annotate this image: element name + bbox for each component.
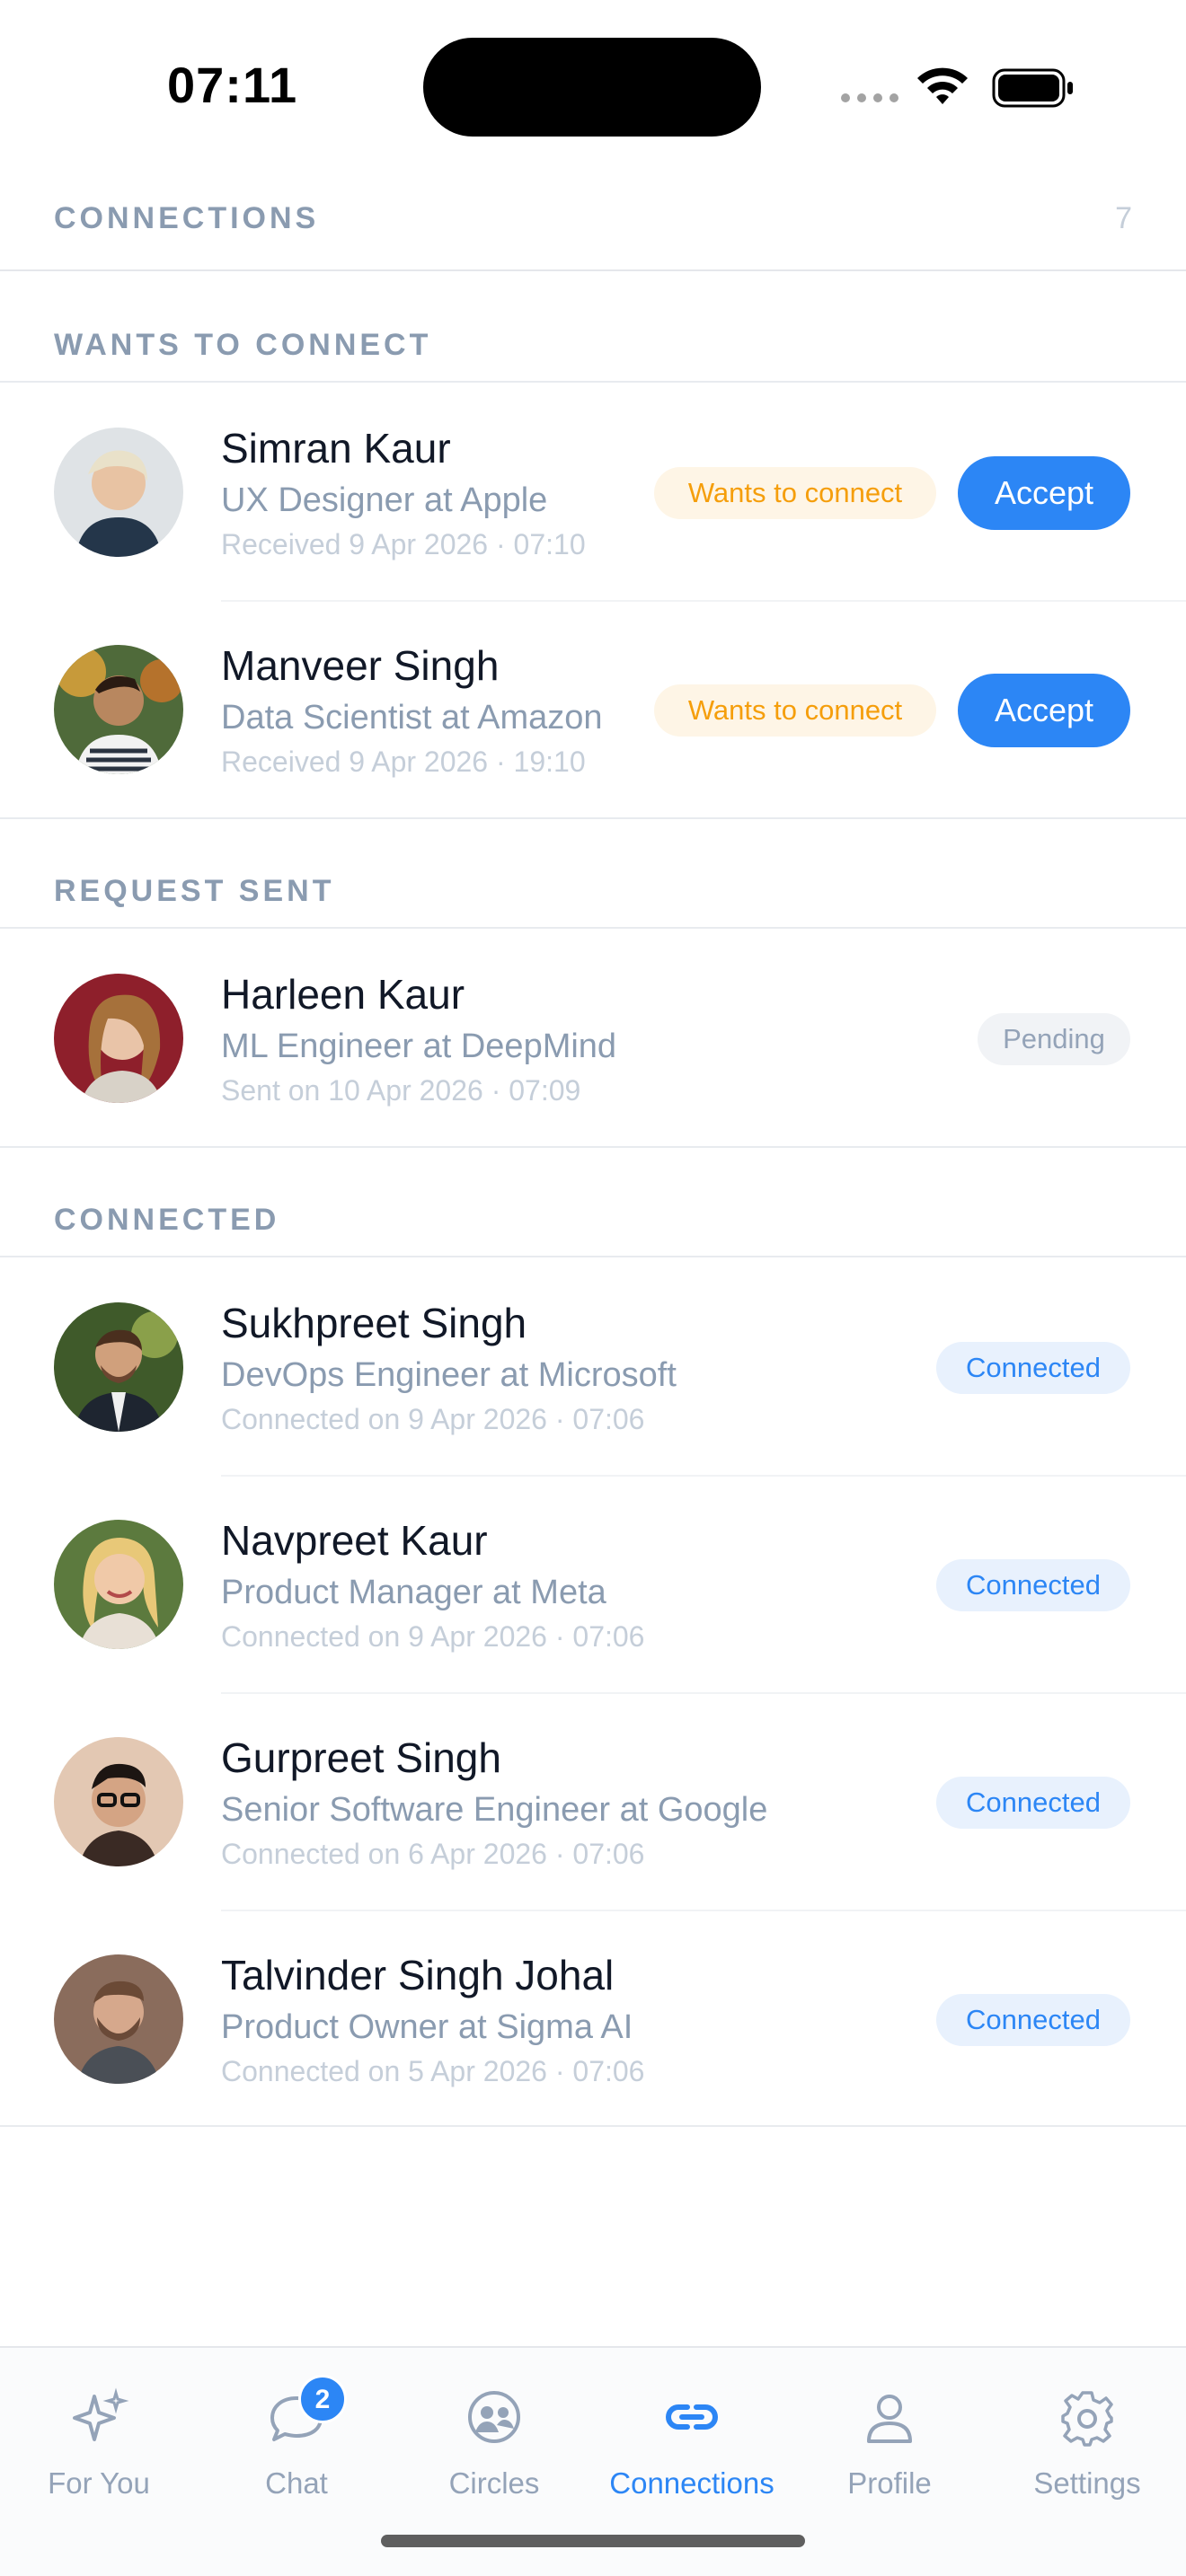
tab-circles[interactable]: Circles xyxy=(395,2348,593,2527)
list-item[interactable]: Manveer Singh Data Scientist at Amazon R… xyxy=(0,602,1186,817)
wants-to-connect-badge: Wants to connect xyxy=(654,684,936,737)
divider xyxy=(0,927,1186,929)
list-item[interactable]: Simran Kaur UX Designer at Apple Receive… xyxy=(0,384,1186,600)
battery-icon xyxy=(992,68,1073,108)
person-name: Navpreet Kaur xyxy=(221,1517,488,1564)
connections-count: 7 xyxy=(1115,201,1132,235)
request-timestamp: Received 9 Apr 2026 · 19:10 xyxy=(221,745,586,778)
avatar xyxy=(54,1737,183,1866)
list-item[interactable]: Harleen Kaur ML Engineer at DeepMind Sen… xyxy=(0,931,1186,1146)
tab-label: Settings xyxy=(1033,2466,1141,2500)
person-role: UX Designer at Apple xyxy=(221,481,548,519)
person-name: Talvinder Singh Johal xyxy=(221,1952,615,1998)
tab-label: Connections xyxy=(609,2466,774,2500)
unread-badge: 2 xyxy=(298,2375,347,2423)
request-timestamp: Received 9 Apr 2026 · 07:10 xyxy=(221,528,586,560)
person-role: DevOps Engineer at Microsoft xyxy=(221,1356,677,1394)
tab-for-you[interactable]: For You xyxy=(0,2348,198,2527)
sparkles-icon xyxy=(73,2387,129,2441)
list-item[interactable]: Navpreet Kaur Product Manager at Meta Co… xyxy=(0,1477,1186,1692)
wants-to-connect-badge: Wants to connect xyxy=(654,467,936,519)
section-connected: CONNECTED xyxy=(54,1203,280,1237)
person-name: Manveer Singh xyxy=(221,642,500,689)
status-bar: 07:11 xyxy=(0,0,1186,171)
tab-label: Chat xyxy=(265,2466,328,2500)
section-wants-to-connect: WANTS TO CONNECT xyxy=(54,328,432,362)
person-role: ML Engineer at DeepMind xyxy=(221,1028,617,1065)
pending-badge: Pending xyxy=(978,1013,1130,1065)
connected-badge: Connected xyxy=(936,1342,1130,1394)
page-title: CONNECTIONS xyxy=(54,201,320,235)
divider xyxy=(0,2125,1186,2127)
tab-profile[interactable]: Profile xyxy=(791,2348,988,2527)
avatar xyxy=(54,974,183,1103)
avatar xyxy=(54,1954,183,2084)
dynamic-island xyxy=(423,38,761,137)
request-timestamp: Sent on 10 Apr 2026 · 07:09 xyxy=(221,1074,581,1107)
tab-chat[interactable]: 2 Chat xyxy=(198,2348,395,2527)
list-item[interactable]: Talvinder Singh Johal Product Owner at S… xyxy=(0,1911,1186,2127)
gear-icon xyxy=(1061,2391,1113,2447)
person-role: Senior Software Engineer at Google xyxy=(221,1791,768,1829)
accept-button[interactable]: Accept xyxy=(958,674,1130,747)
tab-settings[interactable]: Settings xyxy=(988,2348,1186,2527)
tab-connections[interactable]: Connections xyxy=(593,2348,791,2527)
person-name: Gurpreet Singh xyxy=(221,1734,501,1781)
connected-badge: Connected xyxy=(936,1559,1130,1611)
wifi-icon xyxy=(917,67,968,104)
connection-timestamp: Connected on 9 Apr 2026 · 07:06 xyxy=(221,1403,645,1435)
tab-label: Profile xyxy=(847,2466,932,2500)
connection-timestamp: Connected on 5 Apr 2026 · 07:06 xyxy=(221,2055,645,2087)
tab-label: Circles xyxy=(448,2466,540,2500)
accept-button[interactable]: Accept xyxy=(958,456,1130,530)
connection-timestamp: Connected on 9 Apr 2026 · 07:06 xyxy=(221,1620,645,1653)
avatar xyxy=(54,1520,183,1649)
tab-label: For You xyxy=(48,2466,150,2500)
circles-icon xyxy=(468,2391,520,2443)
avatar xyxy=(54,1302,183,1432)
person-role: Product Owner at Sigma AI xyxy=(221,2008,633,2046)
divider xyxy=(0,817,1186,819)
divider xyxy=(0,1256,1186,1257)
connections-header: CONNECTIONS 7 xyxy=(0,180,1186,271)
person-role: Data Scientist at Amazon xyxy=(221,699,603,737)
connection-timestamp: Connected on 6 Apr 2026 · 07:06 xyxy=(221,1838,645,1870)
home-indicator xyxy=(381,2535,805,2547)
divider xyxy=(0,381,1186,383)
avatar xyxy=(54,428,183,557)
person-icon xyxy=(867,2395,912,2443)
list-item[interactable]: Sukhpreet Singh DevOps Engineer at Micro… xyxy=(0,1259,1186,1475)
link-icon xyxy=(666,2404,718,2430)
person-name: Simran Kaur xyxy=(221,425,451,472)
person-role: Product Manager at Meta xyxy=(221,1574,606,1611)
connected-badge: Connected xyxy=(936,1994,1130,2046)
list-item[interactable]: Gurpreet Singh Senior Software Engineer … xyxy=(0,1694,1186,1910)
person-name: Harleen Kaur xyxy=(221,971,465,1018)
status-time: 07:11 xyxy=(167,57,298,113)
section-request-sent: REQUEST SENT xyxy=(54,874,335,908)
connected-badge: Connected xyxy=(936,1777,1130,1829)
avatar xyxy=(54,645,183,774)
person-name: Sukhpreet Singh xyxy=(221,1300,527,1346)
divider xyxy=(0,1146,1186,1148)
cellular-signal-icon xyxy=(841,93,898,102)
